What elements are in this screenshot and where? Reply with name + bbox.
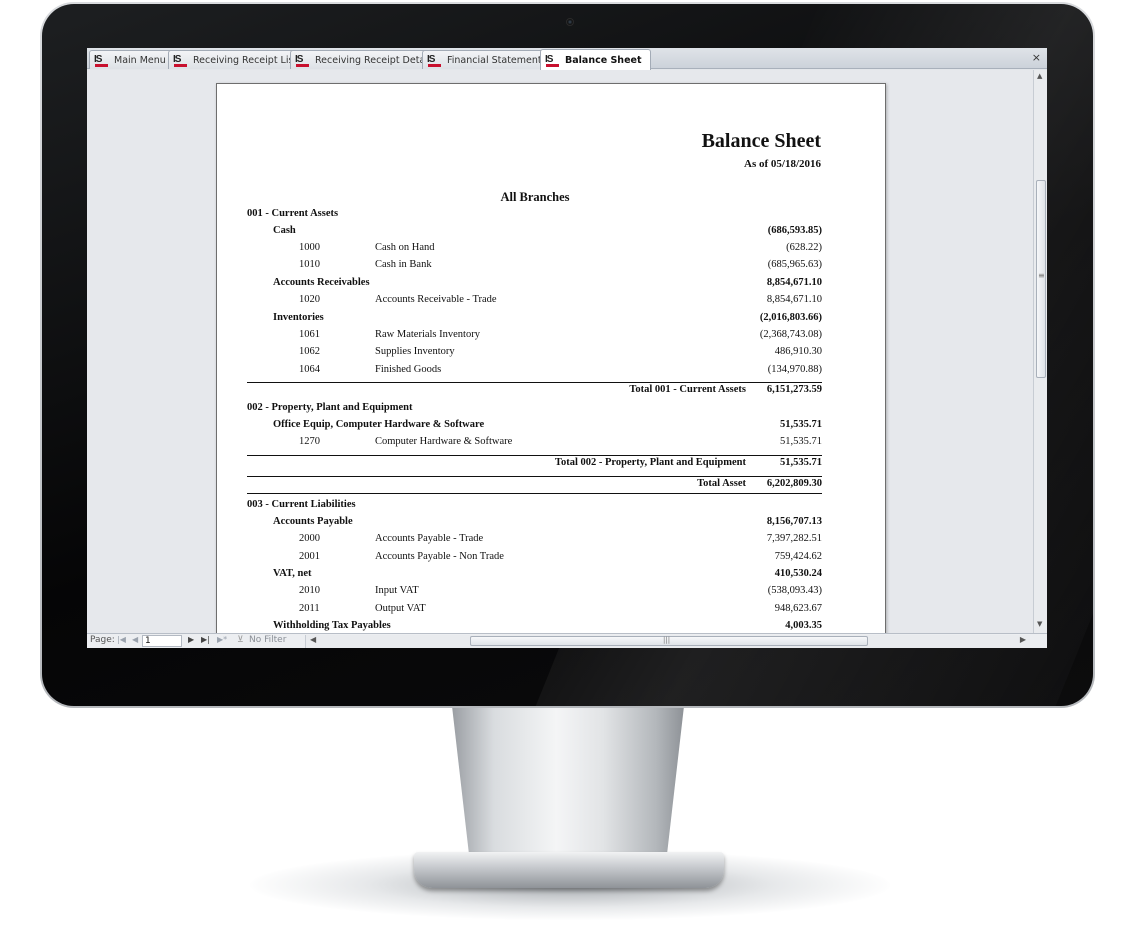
vertical-scroll-thumb[interactable]: ≡	[1036, 180, 1046, 378]
tab-main-menu[interactable]: IS Main Menu	[89, 50, 175, 69]
report-title: Balance Sheet	[701, 130, 821, 152]
record-navigation-bar: Page: |◀ ◀ 1 ▶ ▶| ▶* ⊻ No Filter ◀ ||| ▶	[87, 633, 1047, 648]
no-filter-button[interactable]: No Filter	[249, 635, 286, 645]
account-row: 2010 Input VAT (538,093.43)	[299, 585, 822, 596]
group-row: Accounts Payable 8,156,707.13	[273, 516, 822, 527]
monitor-stand-base	[414, 852, 724, 888]
tab-label: Main Menu	[114, 54, 166, 66]
tab-receiving-receipt-list[interactable]: IS Receiving Receipt List	[168, 50, 307, 69]
app-logo-icon: IS	[295, 54, 310, 67]
section-heading: 003 - Current Liabilities	[247, 499, 356, 510]
group-row: Office Equip, Computer Hardware & Softwa…	[273, 419, 822, 430]
tab-label: Financial Statements	[447, 54, 547, 66]
grip-icon: |||	[663, 636, 671, 644]
page-label: Page:	[90, 635, 115, 645]
scroll-right-arrow-icon[interactable]: ▶	[1020, 635, 1026, 644]
tab-label: Balance Sheet	[565, 54, 642, 66]
horizontal-scrollbar[interactable]: ◀ ||| ▶	[305, 635, 1030, 648]
filter-icon: ⊻	[237, 635, 244, 645]
monitor-stand	[452, 706, 684, 868]
close-tab-button[interactable]: ×	[1032, 51, 1041, 64]
account-row: 2001 Accounts Payable - Non Trade 759,42…	[299, 551, 822, 562]
document-tab-bar: IS Main Menu IS Receiving Receipt List I…	[87, 48, 1047, 70]
account-row: 1270 Computer Hardware & Software 51,535…	[299, 436, 822, 447]
tab-label: Receiving Receipt Detail	[315, 54, 431, 66]
scroll-up-arrow-icon[interactable]: ▲	[1037, 72, 1042, 80]
vertical-scrollbar[interactable]: ▲ ≡ ▼	[1033, 70, 1047, 633]
tab-balance-sheet[interactable]: IS Balance Sheet	[540, 49, 651, 70]
report-viewport: Balance Sheet As of 05/18/2016 All Branc…	[87, 70, 1033, 633]
account-row: 1062 Supplies Inventory 486,910.30	[299, 346, 822, 357]
account-row: 2000 Accounts Payable - Trade 7,397,282.…	[299, 533, 822, 544]
first-page-icon[interactable]: |◀	[117, 635, 126, 644]
account-row: 1020 Accounts Receivable - Trade 8,854,6…	[299, 294, 822, 305]
section-total-row: Total 001 - Current Assets 6,151,273.59	[629, 384, 822, 395]
group-row: VAT, net 410,530.24	[273, 568, 822, 579]
scroll-left-arrow-icon[interactable]: ◀	[310, 635, 316, 644]
group-row: Cash (686,593.85)	[273, 225, 822, 236]
grand-total-row: Total Asset 6,202,809.30	[697, 478, 822, 489]
previous-page-icon[interactable]: ◀	[132, 635, 138, 644]
app-logo-icon: IS	[173, 54, 188, 67]
grip-icon: ≡	[1038, 271, 1045, 280]
report-date: As of 05/18/2016	[744, 158, 821, 170]
account-row: 1061 Raw Materials Inventory (2,368,743.…	[299, 329, 822, 340]
last-page-icon[interactable]: ▶|	[201, 635, 210, 644]
app-logo-icon: IS	[545, 54, 560, 67]
total-divider	[247, 493, 822, 494]
section-heading: 002 - Property, Plant and Equipment	[247, 402, 413, 413]
report-branch: All Branches	[500, 190, 570, 204]
tab-label: Receiving Receipt List	[193, 54, 298, 66]
webcam-icon	[566, 18, 574, 26]
group-row: Withholding Tax Payables 4,003.35	[273, 620, 822, 631]
page-number-input[interactable]: 1	[142, 635, 182, 647]
new-record-icon[interactable]: ▶*	[217, 635, 227, 644]
app-logo-icon: IS	[427, 54, 442, 67]
account-row: 1000 Cash on Hand (628.22)	[299, 242, 822, 253]
report-page: Balance Sheet As of 05/18/2016 All Branc…	[216, 83, 886, 633]
app-logo-icon: IS	[94, 54, 109, 67]
tab-financial-statements[interactable]: IS Financial Statements	[422, 50, 556, 69]
scroll-down-arrow-icon[interactable]: ▼	[1037, 620, 1042, 628]
account-row: 1064 Finished Goods (134,970.88)	[299, 364, 822, 375]
horizontal-scroll-thumb[interactable]: |||	[470, 636, 868, 646]
section-heading: 001 - Current Assets	[247, 208, 339, 219]
group-row: Inventories (2,016,803.66)	[273, 312, 822, 323]
account-row: 2011 Output VAT 948,623.67	[299, 603, 822, 614]
section-total-row: Total 002 - Property, Plant and Equipmen…	[554, 457, 822, 468]
app-screen: IS Main Menu IS Receiving Receipt List I…	[87, 48, 1047, 648]
tab-receiving-receipt-detail[interactable]: IS Receiving Receipt Detail	[290, 50, 440, 69]
account-row: 1010 Cash in Bank (685,965.63)	[299, 259, 822, 270]
group-row: Accounts Receivables 8,854,671.10	[273, 277, 822, 288]
next-page-icon[interactable]: ▶	[188, 635, 194, 644]
